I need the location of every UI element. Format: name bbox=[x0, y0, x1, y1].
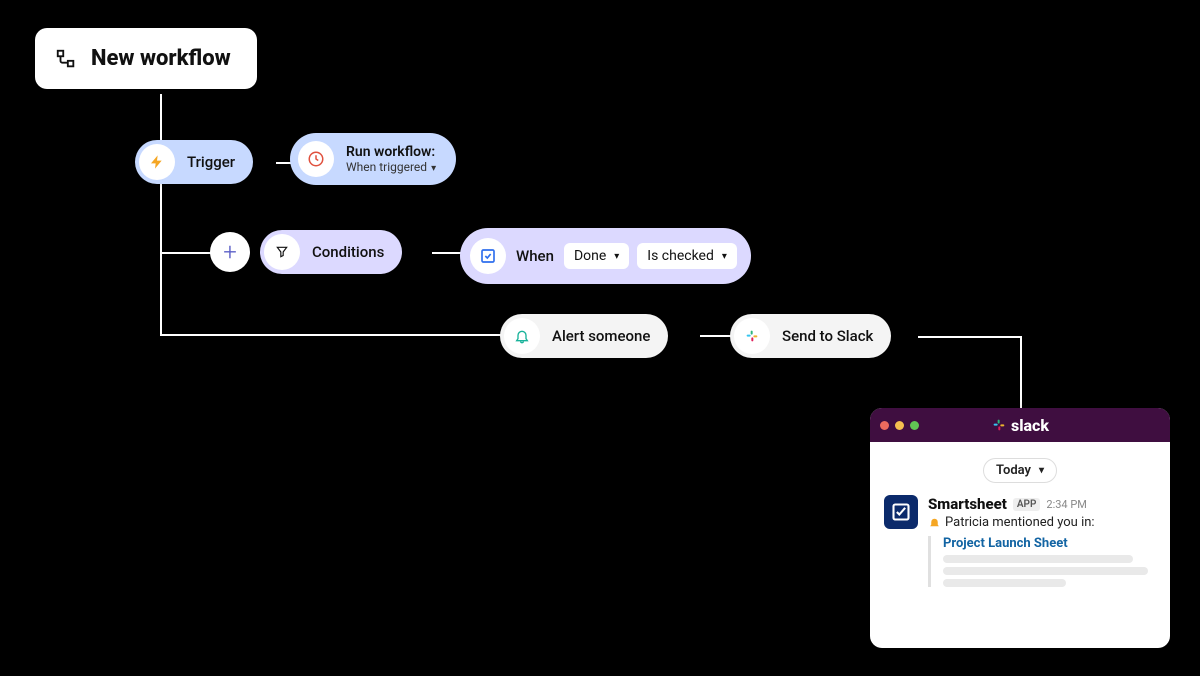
slack-titlebar: slack bbox=[870, 408, 1170, 442]
run-workflow-pill[interactable]: Run workflow: When triggered▾ bbox=[290, 133, 456, 185]
conditions-pill[interactable]: Conditions bbox=[260, 230, 402, 274]
placeholder-line bbox=[943, 567, 1148, 575]
slack-icon bbox=[734, 318, 770, 354]
connector bbox=[160, 94, 162, 314]
window-close-icon bbox=[880, 421, 889, 430]
slack-logo: slack bbox=[991, 416, 1049, 435]
condition-rule-pill[interactable]: When Done▾ Is checked▾ bbox=[460, 228, 751, 284]
smartsheet-avatar bbox=[884, 495, 918, 529]
mention-text: Patricia mentioned you in: bbox=[945, 515, 1095, 530]
alert-someone-pill[interactable]: Alert someone bbox=[500, 314, 668, 358]
chevron-down-icon: ▾ bbox=[614, 251, 619, 262]
message-time: 2:34 PM bbox=[1046, 498, 1086, 511]
workflow-icon bbox=[55, 48, 77, 70]
conditions-label: Conditions bbox=[304, 243, 402, 261]
placeholder-line bbox=[943, 555, 1133, 563]
sheet-link[interactable]: Project Launch Sheet bbox=[933, 536, 1156, 551]
slack-action-label: Send to Slack bbox=[774, 327, 891, 345]
trigger-label: Trigger bbox=[179, 153, 253, 171]
condition-operator-select[interactable]: Is checked▾ bbox=[637, 243, 737, 269]
alert-label: Alert someone bbox=[544, 327, 668, 345]
bolt-icon bbox=[139, 144, 175, 180]
placeholder-line bbox=[943, 579, 1066, 587]
window-max-icon bbox=[910, 421, 919, 430]
notification-bell-icon bbox=[928, 516, 941, 529]
app-badge: APP bbox=[1013, 498, 1041, 511]
condition-field-select[interactable]: Done▾ bbox=[564, 243, 629, 269]
condition-lead: When bbox=[516, 247, 556, 265]
add-step-button[interactable]: + bbox=[210, 232, 250, 272]
run-title: Run workflow: bbox=[346, 144, 436, 160]
window-min-icon bbox=[895, 421, 904, 430]
chevron-down-icon: ▾ bbox=[431, 163, 436, 174]
checkbox-icon bbox=[470, 238, 506, 274]
bell-icon bbox=[504, 318, 540, 354]
chevron-down-icon: ▾ bbox=[1039, 465, 1044, 476]
slack-preview-window: slack Today ▾ Smartsheet APP 2:34 PM Pat… bbox=[870, 408, 1170, 648]
slack-body: Today ▾ Smartsheet APP 2:34 PM Patricia … bbox=[870, 442, 1170, 601]
workflow-title-card: New workflow bbox=[35, 28, 257, 89]
filter-icon bbox=[264, 234, 300, 270]
clock-icon bbox=[298, 141, 334, 177]
sender-name: Smartsheet bbox=[928, 495, 1007, 513]
connector bbox=[160, 314, 162, 336]
connector bbox=[918, 336, 1022, 338]
workflow-title: New workflow bbox=[91, 46, 231, 71]
connector bbox=[160, 334, 508, 336]
connector bbox=[1020, 336, 1022, 410]
trigger-pill[interactable]: Trigger bbox=[135, 140, 253, 184]
run-sub: When triggered▾ bbox=[346, 160, 436, 174]
chevron-down-icon: ▾ bbox=[722, 251, 727, 262]
send-to-slack-pill[interactable]: Send to Slack bbox=[730, 314, 891, 358]
date-pill[interactable]: Today ▾ bbox=[983, 458, 1057, 483]
slack-message: Smartsheet APP 2:34 PM Patricia mentione… bbox=[884, 495, 1156, 591]
